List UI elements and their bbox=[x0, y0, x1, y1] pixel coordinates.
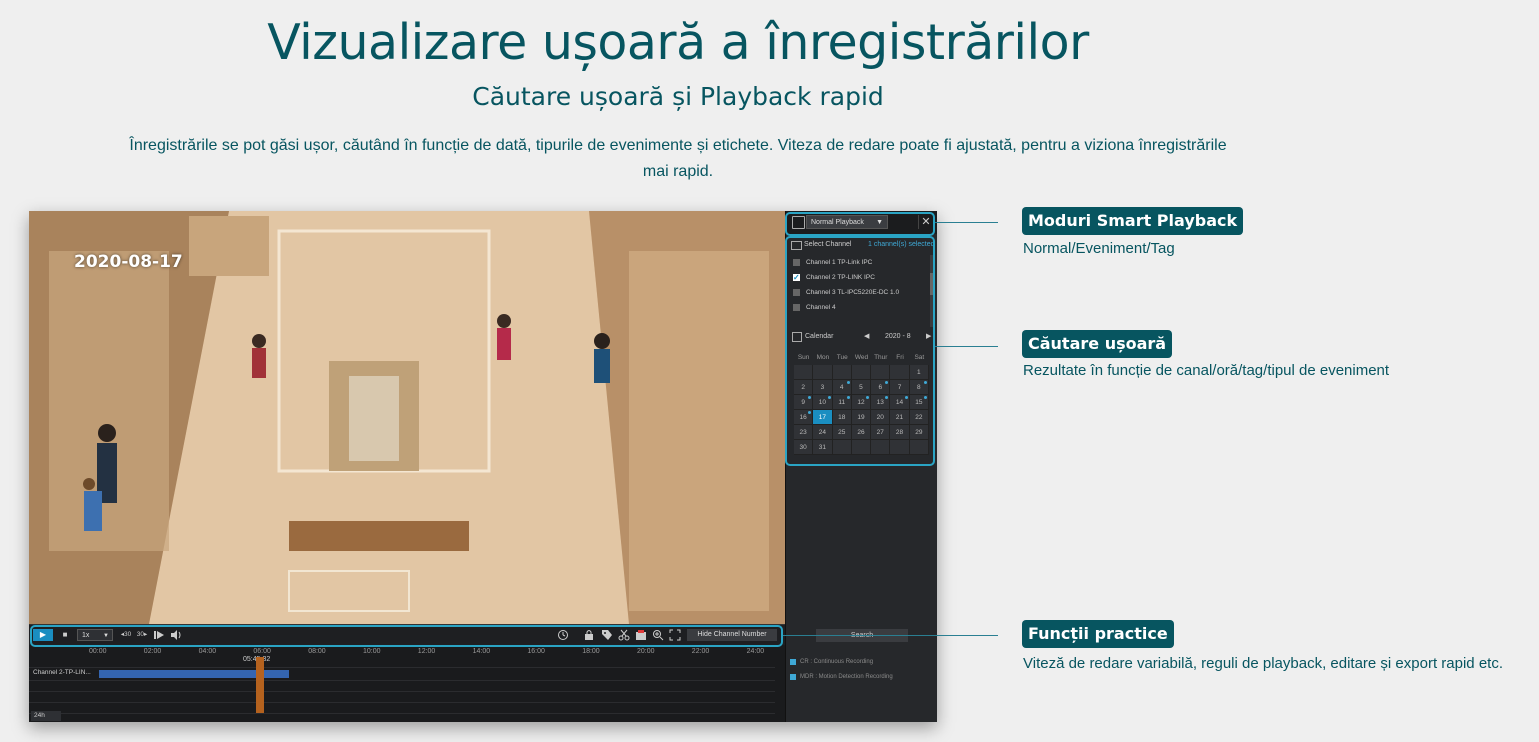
legend-motion[interactable]: MDR : Motion Detection Recording bbox=[790, 672, 893, 682]
highlight-search-panel bbox=[785, 236, 935, 466]
timeline-tick: 04:00 bbox=[198, 648, 217, 655]
connector-line bbox=[783, 635, 998, 636]
callout-desc-easy-search: Rezultate în funcție de canal/oră/tag/ti… bbox=[1023, 362, 1390, 379]
museum-scene bbox=[29, 211, 785, 624]
timeline-tick: 12:00 bbox=[417, 648, 436, 655]
timeline-tick: 00:00 bbox=[89, 648, 107, 655]
track-label: Channel 2-TP-LIN... bbox=[33, 669, 91, 676]
timeline-tick: 24:00 bbox=[746, 648, 765, 655]
timeline-tick: 20:00 bbox=[637, 648, 655, 655]
callout-desc-practical: Viteză de redare variabilă, reguli de pl… bbox=[1023, 655, 1503, 672]
playhead-marker[interactable] bbox=[256, 657, 264, 713]
timeline-tick: 18:00 bbox=[582, 648, 600, 655]
timeline-zoom-select[interactable]: 24h bbox=[31, 711, 61, 721]
timeline-tick: 02:00 bbox=[143, 648, 162, 655]
legend-continuous[interactable]: CR : Continuous Recording bbox=[790, 657, 873, 667]
timeline-tick: 14:00 bbox=[472, 648, 491, 655]
timeline-track[interactable]: Channel 2-TP-LIN... bbox=[29, 667, 775, 681]
highlight-mode-bar bbox=[785, 212, 935, 236]
timeline[interactable]: 00:00 02:00 04:00 06:00 08:00 10:00 12:00 14:00… bbox=[29, 645, 785, 722]
highlight-controls bbox=[30, 625, 783, 647]
callout-title-smart-playback: Moduri Smart Playback bbox=[1022, 207, 1244, 235]
timeline-tick: 08:00 bbox=[308, 648, 326, 655]
timeline-tick: 06:00 bbox=[253, 648, 271, 655]
video-date-overlay: 2020-08-17 bbox=[74, 252, 183, 272]
timeline-tick: 10:00 bbox=[363, 648, 381, 655]
connector-line bbox=[935, 222, 998, 223]
page-description: Înregistrările se pot găsi ușor, căutând… bbox=[129, 137, 1227, 180]
page-subtitle: Căutare ușoară și Playback rapid bbox=[472, 82, 884, 111]
connector-line bbox=[935, 346, 998, 347]
timeline-tick: 16:00 bbox=[527, 648, 545, 655]
empty-track bbox=[29, 702, 775, 714]
video-frame[interactable]: 2020-08-17 bbox=[29, 211, 785, 624]
callout-title-easy-search: Căutare ușoară bbox=[1022, 330, 1173, 358]
page-title: Vizualizare ușoară a înregistrărilor bbox=[267, 14, 1089, 71]
timeline-tick: 22:00 bbox=[691, 648, 710, 655]
callout-desc-smart-playback: Normal/Eveniment/Tag bbox=[1023, 240, 1175, 257]
callout-title-practical: Funcții practice bbox=[1022, 620, 1174, 648]
